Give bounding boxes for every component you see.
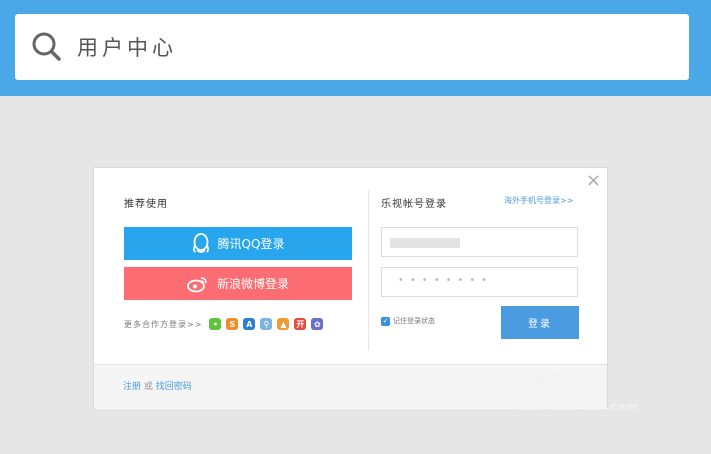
- recover-password-link[interactable]: 找回密码: [156, 382, 192, 392]
- wechat-icon[interactable]: •: [209, 318, 222, 330]
- search-icon: [32, 32, 61, 61]
- login-button-label: 登录: [528, 319, 552, 330]
- footer-or: 或: [143, 382, 153, 392]
- more-partners-row: 更多合作方登录>> • S A ⚲ ▲ 开 ✿: [124, 316, 324, 332]
- remember-me[interactable]: ✓ 记住登录状态: [381, 316, 435, 326]
- page-title: 用户中心: [77, 36, 177, 60]
- qq-login-button[interactable]: 腾讯QQ登录: [124, 227, 352, 260]
- qq-login-label: 腾讯QQ登录: [217, 237, 285, 251]
- watermark-suffix: .com: [604, 400, 639, 413]
- weibo-login-label: 新浪微博登录: [216, 277, 289, 291]
- partner-2-icon[interactable]: S: [226, 318, 239, 330]
- watermark-logo: ZNDS.com: [520, 387, 639, 417]
- watermark-main: ZNDS: [520, 387, 605, 417]
- close-icon[interactable]: ×: [586, 171, 601, 191]
- partner-4-icon[interactable]: ⚲: [260, 318, 273, 330]
- weibo-icon: [187, 276, 207, 292]
- remember-label: 记住登录状态: [393, 317, 435, 325]
- top-bar: 用户中心: [0, 0, 711, 96]
- search-box[interactable]: 用户中心: [15, 14, 689, 80]
- register-link[interactable]: 注册: [123, 382, 141, 392]
- watermark-subtitle: 智能电视网: [534, 373, 589, 386]
- partner-6-icon[interactable]: 开: [294, 318, 307, 330]
- password-mask: ••••••••: [398, 275, 494, 286]
- weibo-login-button[interactable]: 新浪微博登录: [124, 267, 352, 300]
- recommend-title: 推荐使用: [124, 199, 168, 210]
- password-field[interactable]: ••••••••: [381, 267, 578, 297]
- more-partners-label[interactable]: 更多合作方登录>>: [124, 319, 202, 330]
- login-button[interactable]: 登录: [501, 306, 579, 339]
- znds-watermark: 智能电视网 ZNDS.com: [500, 365, 670, 425]
- remember-checkbox[interactable]: ✓: [381, 316, 390, 326]
- qq-icon: [192, 232, 209, 253]
- footer-links: 注册 或 找回密码: [123, 379, 192, 392]
- username-field[interactable]: [381, 227, 578, 257]
- oversea-phone-login-link[interactable]: 海外手机号登录>>: [504, 195, 573, 206]
- partner-3-icon[interactable]: A: [243, 318, 256, 330]
- account-login-title: 乐视帐号登录: [381, 199, 447, 210]
- partner-5-icon[interactable]: ▲: [277, 318, 290, 330]
- baidu-icon[interactable]: ✿: [311, 318, 324, 330]
- username-value: [390, 238, 460, 248]
- column-divider: [368, 190, 369, 350]
